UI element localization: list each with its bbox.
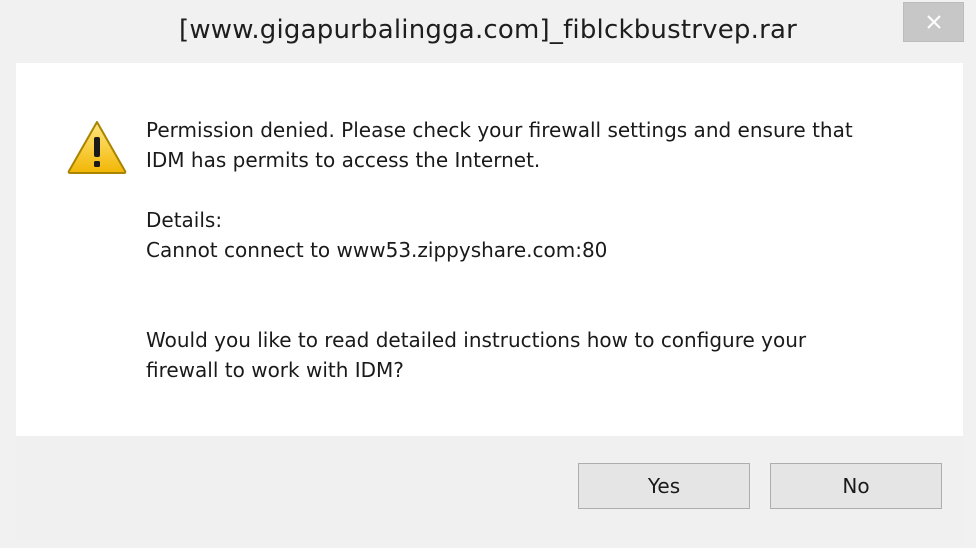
message-line-2: IDM has permits to access the Internet. [146,148,541,172]
question-line-2: firewall to work with IDM? [146,358,404,382]
title-bar[interactable]: [www.gigapurbalingga.com]_fiblckbustrvep… [0,0,976,62]
message-area: Permission denied. Please check your fir… [16,63,963,436]
question-line-1: Would you like to read detailed instruct… [146,328,807,352]
details-label: Details: [146,208,223,232]
details-text: Cannot connect to www53.zippyshare.com:8… [146,238,608,262]
dialog-window: [www.gigapurbalingga.com]_fiblckbustrvep… [0,0,976,548]
close-icon [926,15,941,29]
yes-button[interactable]: Yes [578,463,750,509]
warning-icon [67,121,127,174]
window-title: [www.gigapurbalingga.com]_fiblckbustrvep… [178,15,798,45]
no-button[interactable]: No [770,463,942,509]
close-button[interactable] [903,2,964,42]
button-bar: Yes No [16,436,963,540]
message-line-1: Permission denied. Please check your fir… [146,118,853,142]
